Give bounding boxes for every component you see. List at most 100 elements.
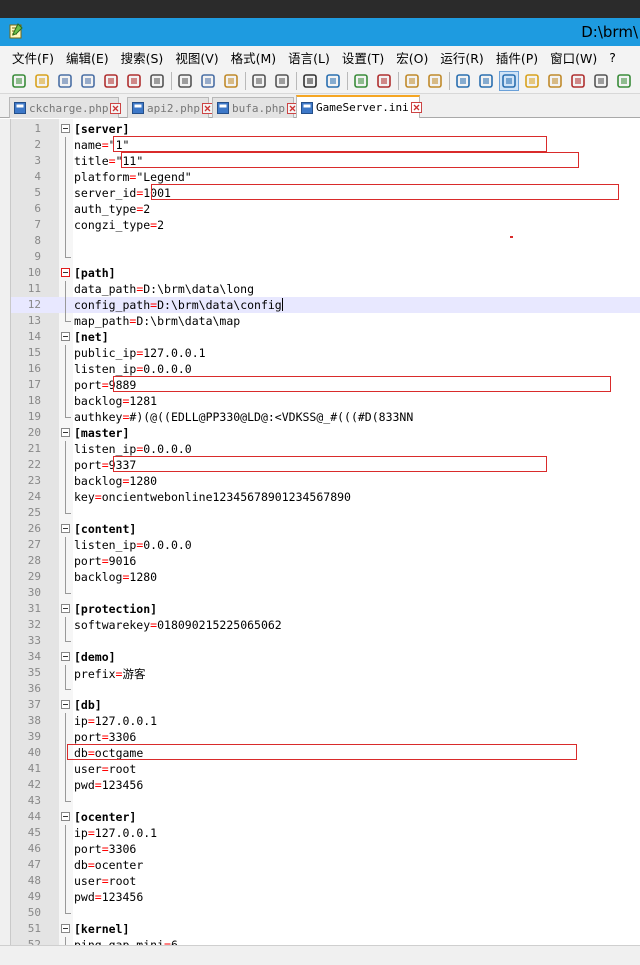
tab-gameserver-ini[interactable]: GameServer.ini xyxy=(296,95,422,118)
menu-item-10[interactable]: 窗口(W) xyxy=(544,48,603,67)
code-line[interactable]: 13 map_path=D:\brm\data\map xyxy=(11,313,640,329)
menu-item-2[interactable]: 搜索(S) xyxy=(115,48,170,67)
code-line[interactable]: 44 [ocenter] xyxy=(11,809,640,825)
close-icon[interactable] xyxy=(102,72,120,90)
tab-bufa-php[interactable]: bufa.php xyxy=(212,97,298,118)
code-line[interactable]: 24 key=oncientwebonline123456789012345678… xyxy=(11,489,640,505)
code-line[interactable]: 30 xyxy=(11,585,640,601)
code-line[interactable]: 36 xyxy=(11,681,640,697)
menu-item-7[interactable]: 宏(O) xyxy=(390,48,434,67)
function-list-icon[interactable] xyxy=(546,72,564,90)
fold-collapse-icon[interactable] xyxy=(61,652,70,661)
code-line[interactable]: 38 ip=127.0.0.1 xyxy=(11,713,640,729)
menu-item-11[interactable]: ? xyxy=(603,50,622,65)
code-line[interactable]: 1 [server] xyxy=(11,121,640,137)
code-line[interactable]: 41 user=root xyxy=(11,761,640,777)
document-map-icon[interactable] xyxy=(523,72,541,90)
code-line[interactable]: 7 congzi_type=2 xyxy=(11,217,640,233)
close-all-icon[interactable] xyxy=(125,72,143,90)
code-line[interactable]: 49 pwd=123456 xyxy=(11,889,640,905)
code-line[interactable]: 35 prefix=游客 xyxy=(11,665,640,681)
menu-item-0[interactable]: 文件(F) xyxy=(0,48,60,67)
zoom-out-icon[interactable] xyxy=(375,72,393,90)
menu-item-3[interactable]: 视图(V) xyxy=(169,48,224,67)
new-file-icon[interactable] xyxy=(10,72,28,90)
find-icon[interactable] xyxy=(301,72,319,90)
code-line[interactable]: 43 xyxy=(11,793,640,809)
code-line[interactable]: 37 [db] xyxy=(11,697,640,713)
fold-collapse-icon[interactable] xyxy=(61,524,70,533)
code-line[interactable]: 23 backlog=1280 xyxy=(11,473,640,489)
menu-item-1[interactable]: 编辑(E) xyxy=(60,48,115,67)
tab-ckcharge-php[interactable]: ckcharge.php xyxy=(9,97,122,118)
code-line[interactable]: 33 xyxy=(11,633,640,649)
word-wrap-icon[interactable] xyxy=(454,72,472,90)
fold-collapse-icon[interactable] xyxy=(61,700,70,709)
indent-guide-icon[interactable] xyxy=(499,70,519,91)
code-line[interactable]: 32 softwarekey=018090215225065062 xyxy=(11,617,640,633)
paste-icon[interactable] xyxy=(222,72,240,90)
code-line[interactable]: 39 port=3306 xyxy=(11,729,640,745)
code-line[interactable]: 12 config_path=D:\brm\data\config xyxy=(11,297,640,313)
replace-icon[interactable] xyxy=(324,72,342,90)
code-line[interactable]: 28 port=9016 xyxy=(11,553,640,569)
fold-collapse-icon[interactable] xyxy=(61,332,70,341)
code-line[interactable]: 6 auth_type=2 xyxy=(11,201,640,217)
code-line[interactable]: 45 ip=127.0.0.1 xyxy=(11,825,640,841)
code-line[interactable]: 21 listen_ip=0.0.0.0 xyxy=(11,441,640,457)
redo-icon[interactable] xyxy=(273,72,291,90)
record-macro-icon[interactable] xyxy=(569,72,587,90)
code-line[interactable]: 20 [master] xyxy=(11,425,640,441)
code-line[interactable]: 8 xyxy=(11,233,640,249)
code-line[interactable]: 9 xyxy=(11,249,640,265)
save-icon[interactable] xyxy=(56,72,74,90)
tab-api2-php[interactable]: api2.php xyxy=(127,97,213,118)
code-line[interactable]: 34 [demo] xyxy=(11,649,640,665)
code-line[interactable]: 52 ping_gap_mini=6 xyxy=(11,937,640,945)
code-line[interactable]: 48 user=root xyxy=(11,873,640,889)
code-line[interactable]: 25 xyxy=(11,505,640,521)
text-editor[interactable]: 1 [server] 2 name="1" 3 title="11" 4 platform="… xyxy=(10,119,640,945)
fold-collapse-icon[interactable] xyxy=(61,268,70,277)
zoom-in-icon[interactable] xyxy=(352,72,370,90)
code-line[interactable]: 26 [content] xyxy=(11,521,640,537)
fold-collapse-icon[interactable] xyxy=(61,428,70,437)
code-line[interactable]: 46 port=3306 xyxy=(11,841,640,857)
undo-icon[interactable] xyxy=(250,72,268,90)
sync-horizontal-icon[interactable] xyxy=(426,72,444,90)
open-file-icon[interactable] xyxy=(33,72,51,90)
code-line[interactable]: 4 platform="Legend" xyxy=(11,169,640,185)
code-line[interactable]: 16 listen_ip=0.0.0.0 xyxy=(11,361,640,377)
cut-icon[interactable] xyxy=(176,72,194,90)
menu-item-5[interactable]: 语言(L) xyxy=(282,48,336,67)
code-line[interactable]: 11 data_path=D:\brm\data\long xyxy=(11,281,640,297)
show-all-chars-icon[interactable] xyxy=(477,72,495,90)
print-icon[interactable] xyxy=(148,72,166,90)
code-line[interactable]: 29 backlog=1280 xyxy=(11,569,640,585)
code-line[interactable]: 14 [net] xyxy=(11,329,640,345)
sync-vertical-icon[interactable] xyxy=(403,72,421,90)
code-line[interactable]: 10 [path] xyxy=(11,265,640,281)
play-macro-icon[interactable] xyxy=(615,72,633,90)
code-line[interactable]: 19 authkey=#)(@((EDLL@PP330@LD@:<VDKSS@_#… xyxy=(11,409,640,425)
code-line[interactable]: 31 [protection] xyxy=(11,601,640,617)
copy-icon[interactable] xyxy=(199,72,217,90)
code-line[interactable]: 47 db=ocenter xyxy=(11,857,640,873)
fold-collapse-icon[interactable] xyxy=(61,812,70,821)
stop-macro-icon[interactable] xyxy=(592,72,610,90)
fold-collapse-icon[interactable] xyxy=(61,604,70,613)
close-tab-icon[interactable] xyxy=(110,102,122,114)
fold-collapse-icon[interactable] xyxy=(61,924,70,933)
menu-item-8[interactable]: 运行(R) xyxy=(434,48,489,67)
close-tab-icon[interactable] xyxy=(410,102,422,113)
menu-item-6[interactable]: 设置(T) xyxy=(336,48,390,67)
code-line[interactable]: 27 listen_ip=0.0.0.0 xyxy=(11,537,640,553)
code-line[interactable]: 51 [kernel] xyxy=(11,921,640,937)
code-line[interactable]: 42 pwd=123456 xyxy=(11,777,640,793)
code-line[interactable]: 18 backlog=1281 xyxy=(11,393,640,409)
code-line[interactable]: 50 xyxy=(11,905,640,921)
menu-item-4[interactable]: 格式(M) xyxy=(225,48,283,67)
menu-item-9[interactable]: 插件(P) xyxy=(490,48,544,67)
code-line[interactable]: 15 public_ip=127.0.0.1 xyxy=(11,345,640,361)
save-all-icon[interactable] xyxy=(79,72,97,90)
